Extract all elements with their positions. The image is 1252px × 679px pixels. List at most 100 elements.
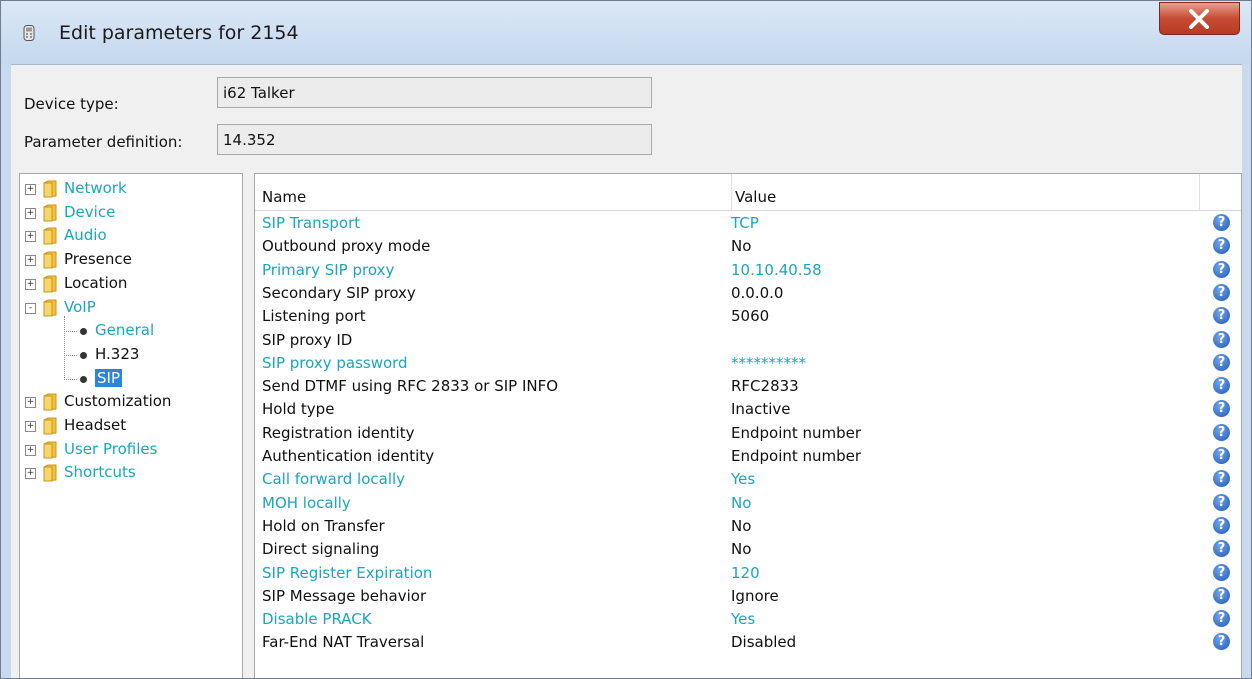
- help-icon[interactable]: ?: [1213, 260, 1230, 278]
- expand-icon[interactable]: +: [25, 444, 36, 456]
- table-row[interactable]: Far-End NAT Traversal Disabled?: [255, 630, 1241, 653]
- category-tree[interactable]: + Network + Device + Audio + Presence + Location -…: [19, 173, 243, 678]
- tree-item-voip[interactable]: - VoIP: [20, 297, 240, 320]
- expand-icon[interactable]: +: [25, 231, 36, 243]
- column-divider[interactable]: [1199, 174, 1200, 210]
- parameter-value[interactable]: Yes: [731, 470, 755, 488]
- expand-icon[interactable]: +: [25, 278, 36, 290]
- help-icon[interactable]: ?: [1213, 283, 1230, 301]
- expand-icon[interactable]: +: [25, 255, 36, 267]
- parameter-value[interactable]: No: [731, 517, 751, 535]
- tree-item-location[interactable]: + Location: [20, 273, 240, 296]
- help-icon[interactable]: ?: [1213, 540, 1230, 558]
- column-header-value[interactable]: Value: [735, 188, 776, 206]
- table-row[interactable]: Outbound proxy mode No?: [255, 234, 1241, 257]
- help-icon[interactable]: ?: [1213, 563, 1230, 581]
- tree-item-general[interactable]: General: [20, 320, 240, 343]
- parameter-value[interactable]: 120: [731, 564, 760, 582]
- title-bar[interactable]: Edit parameters for 2154: [1, 1, 1251, 64]
- bullet-icon: [80, 328, 87, 336]
- close-icon: [1189, 9, 1209, 29]
- expand-icon[interactable]: +: [25, 184, 36, 195]
- parameter-definition-field: 14.352: [217, 124, 652, 155]
- help-icon[interactable]: ?: [1213, 307, 1230, 325]
- table-row[interactable]: Disable PRACK Yes?: [255, 607, 1241, 630]
- help-icon[interactable]: ?: [1213, 377, 1230, 395]
- expand-icon[interactable]: +: [25, 421, 36, 432]
- help-icon[interactable]: ?: [1213, 330, 1230, 348]
- help-icon[interactable]: ?: [1213, 423, 1230, 441]
- tree-item-customization[interactable]: + Customization: [20, 391, 240, 414]
- table-row[interactable]: Registration identity Endpoint number?: [255, 421, 1241, 444]
- parameter-value[interactable]: No: [731, 540, 751, 558]
- column-divider[interactable]: [731, 174, 732, 210]
- parameter-value[interactable]: No: [731, 494, 751, 512]
- table-row[interactable]: SIP Transport TCP?: [255, 211, 1241, 234]
- tree-item-sip[interactable]: SIP: [20, 368, 240, 391]
- table-row[interactable]: Hold type Inactive?: [255, 397, 1241, 420]
- collapse-icon[interactable]: -: [25, 302, 36, 314]
- table-row[interactable]: SIP proxy ID?: [255, 328, 1241, 351]
- parameter-value[interactable]: RFC2833: [731, 377, 799, 395]
- help-icon[interactable]: ?: [1213, 214, 1230, 231]
- parameter-value[interactable]: 5060: [731, 307, 769, 325]
- tree-item-h-323[interactable]: H.323: [20, 344, 240, 367]
- folder-icon: [43, 299, 57, 317]
- tree-item-label: Headset: [64, 416, 127, 434]
- help-icon[interactable]: ?: [1213, 447, 1230, 464]
- tree-item-label: Presence: [64, 250, 132, 269]
- parameter-value[interactable]: Yes: [731, 610, 755, 628]
- help-icon[interactable]: ?: [1213, 586, 1230, 604]
- table-row[interactable]: SIP Register Expiration 120?: [255, 561, 1241, 584]
- table-row[interactable]: Secondary SIP proxy 0.0.0.0?: [255, 281, 1241, 304]
- tree-item-user-profiles[interactable]: + User Profiles: [20, 439, 240, 462]
- help-icon[interactable]: ?: [1213, 470, 1230, 488]
- tree-item-network[interactable]: + Network: [20, 178, 240, 201]
- parameter-value[interactable]: No: [731, 237, 751, 255]
- tree-item-audio[interactable]: + Audio: [20, 225, 240, 248]
- tree-item-label: User Profiles: [64, 439, 158, 458]
- help-icon[interactable]: ?: [1213, 237, 1230, 255]
- help-icon[interactable]: ?: [1213, 353, 1230, 371]
- table-row[interactable]: SIP Message behavior Ignore?: [255, 584, 1241, 607]
- parameter-name: MOH locally: [262, 493, 351, 512]
- bullet-icon: [80, 351, 87, 359]
- column-header-name[interactable]: Name: [262, 188, 306, 206]
- table-row[interactable]: Listening port 5060?: [255, 304, 1241, 327]
- parameter-value[interactable]: **********: [731, 354, 806, 372]
- expand-icon[interactable]: +: [25, 397, 36, 409]
- tree-item-headset[interactable]: + Headset: [20, 415, 240, 438]
- table-row[interactable]: Direct signaling No?: [255, 537, 1241, 560]
- parameter-value[interactable]: Endpoint number: [731, 424, 861, 442]
- table-row[interactable]: Send DTMF using RFC 2833 or SIP INFO RFC2…: [255, 374, 1241, 397]
- parameter-value[interactable]: Ignore: [731, 587, 779, 605]
- table-row[interactable]: Hold on Transfer No?: [255, 514, 1241, 537]
- parameter-definition-label: Parameter definition:: [24, 133, 183, 151]
- help-icon[interactable]: ?: [1213, 610, 1230, 628]
- expand-icon[interactable]: +: [25, 468, 36, 480]
- help-icon[interactable]: ?: [1213, 516, 1230, 534]
- table-row[interactable]: MOH locally No?: [255, 491, 1241, 514]
- parameter-value[interactable]: Disabled: [731, 633, 796, 651]
- table-row[interactable]: Call forward locally Yes?: [255, 467, 1241, 490]
- help-icon[interactable]: ?: [1213, 493, 1230, 511]
- parameter-value[interactable]: Endpoint number: [731, 447, 861, 465]
- help-icon[interactable]: ?: [1213, 633, 1230, 651]
- parameter-name: Authentication identity: [262, 447, 435, 465]
- folder-icon: [43, 464, 57, 482]
- parameters-table: Name Value SIP Transport TCP? Outbound pro…: [254, 173, 1242, 678]
- table-row[interactable]: Primary SIP proxy 10.10.40.58?: [255, 258, 1241, 281]
- close-button[interactable]: [1159, 2, 1240, 35]
- parameter-value[interactable]: Inactive: [731, 400, 791, 418]
- tree-item-label: General: [95, 321, 155, 340]
- help-icon[interactable]: ?: [1213, 400, 1230, 418]
- parameter-value[interactable]: TCP: [731, 214, 759, 232]
- expand-icon[interactable]: +: [25, 207, 36, 219]
- parameter-value[interactable]: 0.0.0.0: [731, 284, 783, 302]
- parameter-value[interactable]: 10.10.40.58: [731, 261, 822, 279]
- tree-item-shortcuts[interactable]: + Shortcuts: [20, 462, 240, 485]
- table-row[interactable]: Authentication identity Endpoint number?: [255, 444, 1241, 467]
- tree-item-device[interactable]: + Device: [20, 202, 240, 225]
- table-row[interactable]: SIP proxy password **********?: [255, 351, 1241, 374]
- tree-item-presence[interactable]: + Presence: [20, 249, 240, 272]
